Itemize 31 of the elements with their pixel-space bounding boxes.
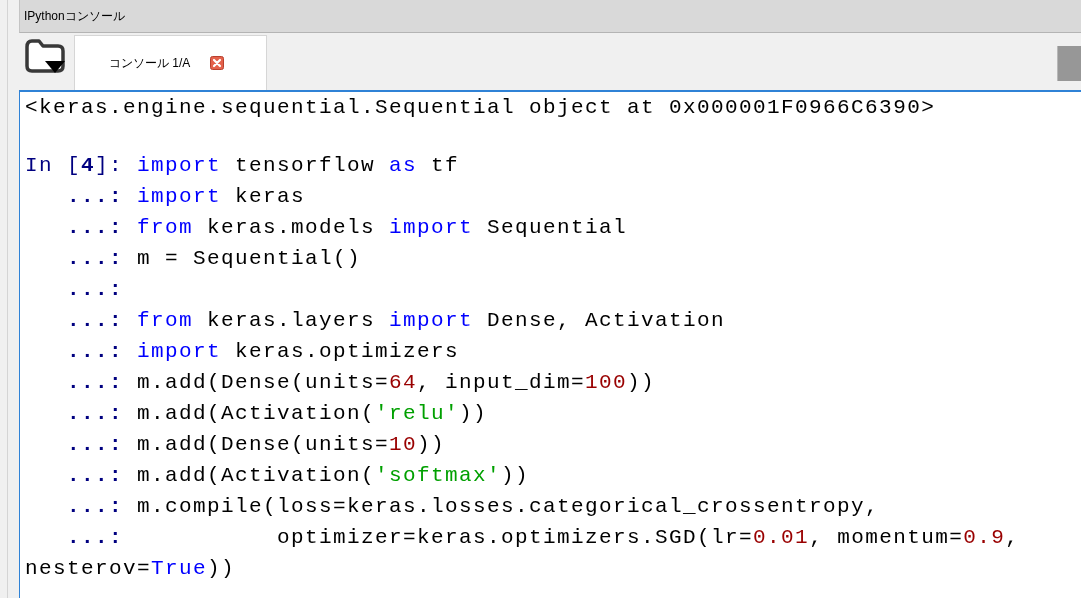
code-line: m.add(Activation('relu')) (137, 401, 488, 427)
continuation-prompt: ...: (66, 246, 123, 272)
code-line: m.add(Activation('softmax')) (137, 463, 530, 489)
code-line: m.add(Dense(units=64, input_dim=100)) (137, 370, 656, 396)
code-line: m = Sequential() (137, 246, 362, 272)
code-line: optimizer=keras.optimizers.SGD(lr=0.01, momentum=0.9, (277, 525, 1020, 551)
code-line: from keras.layers import Dense, Activation (137, 308, 726, 334)
input-prompt: In [4]: (25, 153, 123, 179)
continuation-prompt: ...: (66, 184, 123, 210)
console-tab[interactable]: コンソール 1/A (74, 35, 267, 90)
code-line: import keras.optimizers (137, 339, 460, 365)
code-line: from keras.models import Sequential (137, 215, 628, 241)
code-line: import tensorflow as tf (137, 153, 460, 179)
continuation-prompt: ...: (66, 339, 123, 365)
code-line: <keras.engine.sequential.Sequential object at 0x000001F0966C6390> (25, 95, 936, 121)
continuation-prompt: ...: (66, 463, 123, 489)
continuation-prompt: ...: (66, 401, 123, 427)
continuation-prompt: ...: (66, 215, 123, 241)
code-line: m.add(Dense(units=10)) (137, 432, 446, 458)
continuation-prompt: ...: (66, 308, 123, 334)
continuation-prompt: ...: (66, 494, 123, 520)
panel-title: IPythonコンソール (24, 9, 125, 23)
continuation-prompt: ...: (66, 432, 123, 458)
close-icon[interactable] (210, 56, 225, 70)
continuation-prompt: ...: (66, 277, 123, 303)
continuation-prompt: ...: (66, 525, 123, 551)
code-line: m.compile(loss=keras.losses.categorical_crossentropy, (137, 494, 880, 520)
folder-icon[interactable] (25, 39, 65, 73)
continuation-prompt: ...: (66, 370, 123, 396)
code-line: nesterov=True)) (25, 556, 236, 582)
code-line: import keras (137, 184, 306, 210)
